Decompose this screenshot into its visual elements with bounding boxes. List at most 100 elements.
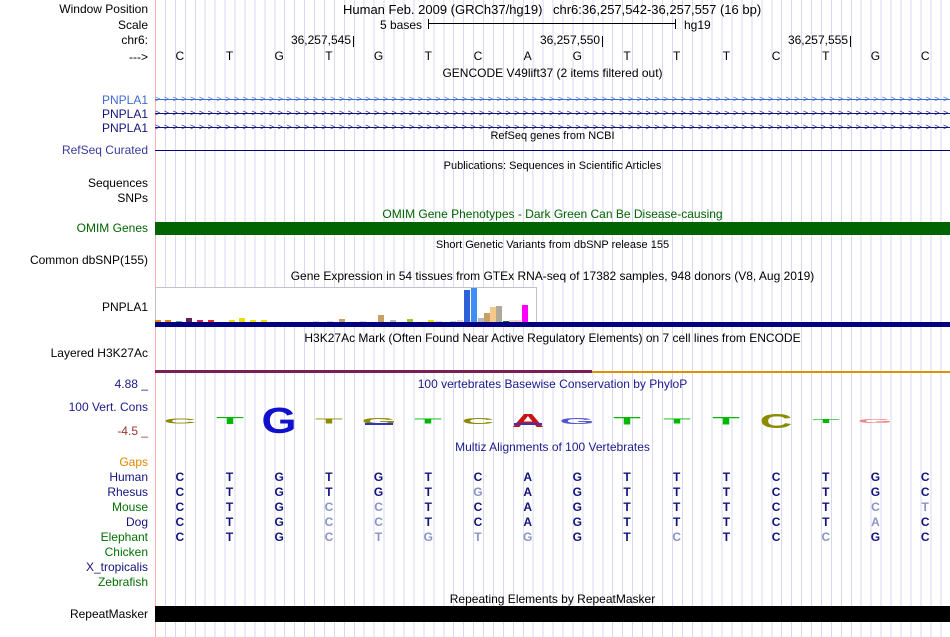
strand-label: ---> [129,50,148,64]
conservation-max-label: 4.88 _ [114,377,148,391]
multiz-species-row[interactable]: Rhesus C T G T G T G A G T T T C T G C [0,485,950,500]
multiz-base: C [920,530,930,544]
multiz-base: T [474,530,482,544]
multiz-base-cells: CTGTGTGAGTTTCTGC [155,485,950,499]
multiz-base: C [473,470,483,484]
sequence-base: T [722,49,731,63]
multiz-species-label[interactable]: Elephant [0,530,148,544]
gtex-gene-label[interactable]: PNPLA1 [0,300,148,314]
h3k27ac-signal-left[interactable] [155,370,592,373]
multiz-base: T [822,500,830,514]
multiz-base: T [623,515,631,529]
repeatmasker-label[interactable]: RepeatMasker [0,607,148,621]
multiz-species-label[interactable]: Chicken [0,545,148,559]
multiz-base: T [623,530,631,544]
gencode-gene-arrow-line[interactable]: >>>>>>>>>>>>>>>>>>>>>>>>>>>>>>>>>>>>>>>>… [155,107,950,120]
ruler-tick-label: 36,257,550 [539,33,600,47]
refseq-track-title: RefSeq genes from NCBI [490,130,615,142]
conservation-logo-column: T [662,416,691,425]
conservation-logo[interactable]: CTGTGTCAGTTTCTG [155,393,950,441]
omim-gene-bar[interactable] [155,222,950,235]
multiz-base: G [373,470,384,484]
sequence-base: C [771,49,781,63]
multiz-base: C [920,470,930,484]
ruler-tick-mark [850,36,851,47]
multiz-base: C [324,500,334,514]
multiz-base: T [822,515,830,529]
multiz-base: C [175,515,185,529]
multiz-base: C [324,530,334,544]
sequences-label[interactable]: Sequences [0,176,148,190]
conservation-label[interactable]: 100 Vert. Cons [0,400,148,414]
h3k27ac-signal-right[interactable] [592,371,950,373]
conservation-min-label: -4.5 _ [117,424,148,438]
multiz-base: C [771,530,781,544]
conservation-logo-column: T [215,415,244,427]
multiz-species-row[interactable]: Elephant C T G C T G T G G T C T C C G C [0,530,950,545]
multiz-base: G [522,530,533,544]
gencode-gene-label[interactable]: PNPLA1 [0,93,148,107]
multiz-species-row[interactable]: X_tropicalis [0,560,950,575]
ruler-tick-mark [353,36,354,47]
conservation-logo-column: T [712,414,741,428]
repeatmasker-bar[interactable] [155,606,950,622]
multiz-base: G [423,530,433,544]
refseq-curated-label[interactable]: RefSeq Curated [0,143,148,157]
multiz-base: G [572,530,583,544]
multiz-species-label[interactable]: Human [0,470,148,484]
multiz-species-label[interactable]: Dog [0,515,148,529]
gencode-gene-arrow-line[interactable]: >>>>>>>>>>>>>>>>>>>>>>>>>>>>>>>>>>>>>>>>… [155,93,950,106]
multiz-base: G [572,515,583,529]
multiz-base: T [325,485,333,499]
multiz-base: T [225,470,234,484]
multiz-species-row[interactable]: Zebrafish [0,575,950,590]
multiz-base: C [920,515,930,529]
multiz-base: G [572,485,583,499]
multiz-species-row[interactable]: Gaps [0,455,950,470]
multiz-species-label[interactable]: Mouse [0,500,148,514]
assembly-title: Human Feb. 2009 (GRCh37/hg19) [343,2,543,17]
snps-label[interactable]: SNPs [0,191,148,205]
conservation-logo-column: C [461,416,495,426]
multiz-base: T [822,470,830,484]
sequence-base: T [225,49,234,63]
dbsnp-label[interactable]: Common dbSNP(155) [0,253,148,267]
multiz-species-row[interactable]: Human C T G T G T C A G T T T C T G C [0,470,950,485]
multiz-base: T [673,515,681,529]
sequence-base: A [523,49,532,63]
gencode-gene-label[interactable]: PNPLA1 [0,121,148,135]
multiz-base: C [374,500,383,514]
multiz-base: G [473,485,483,499]
h3k27ac-label[interactable]: Layered H3K27Ac [0,346,148,360]
multiz-base: T [722,515,731,529]
multiz-species-label[interactable]: Rhesus [0,485,148,499]
gtex-track-title: Gene Expression in 54 tissues from GTEx … [290,269,815,283]
multiz-base: T [424,485,432,499]
genome-browser: Window Position Human Feb. 2009 (GRCh37/… [0,0,950,637]
multiz-base: G [870,485,881,499]
multiz-base: G [274,485,284,499]
multiz-species-label[interactable]: X_tropicalis [0,560,148,574]
sequence-base: G [870,49,881,63]
multiz-base: T [722,500,731,514]
dna-sequence-row[interactable]: CTGTGTCAGTTTCTGC [155,49,950,63]
omim-genes-label[interactable]: OMIM Genes [0,221,148,235]
refseq-gene-line[interactable] [155,150,950,151]
conservation-logo-column: G [261,400,297,441]
multiz-species-row[interactable]: Dog C T G C C T C A G T T T C T A C [0,515,950,530]
position-text: chr6:36,257,542-36,257,557 (16 bp) [553,2,762,17]
conservation-logo-column: C [163,416,197,425]
multiz-base: G [572,500,583,514]
multiz-species-label[interactable]: Gaps [0,455,148,469]
multiz-base: T [225,515,234,529]
multiz-base: C [771,515,781,529]
multiz-species-row[interactable]: Mouse C T G C C T C A G T T T C T C T [0,500,950,515]
gencode-gene-label[interactable]: PNPLA1 [0,107,148,121]
multiz-species-label[interactable]: Zebrafish [0,575,148,589]
multiz-species-row[interactable]: Chicken [0,545,950,560]
conservation-logo-underline [364,423,393,425]
multiz-base: T [424,500,432,514]
multiz-base: T [623,500,631,514]
sequence-base: T [623,49,631,63]
ruler-tick-label: 36,257,555 [787,33,848,47]
